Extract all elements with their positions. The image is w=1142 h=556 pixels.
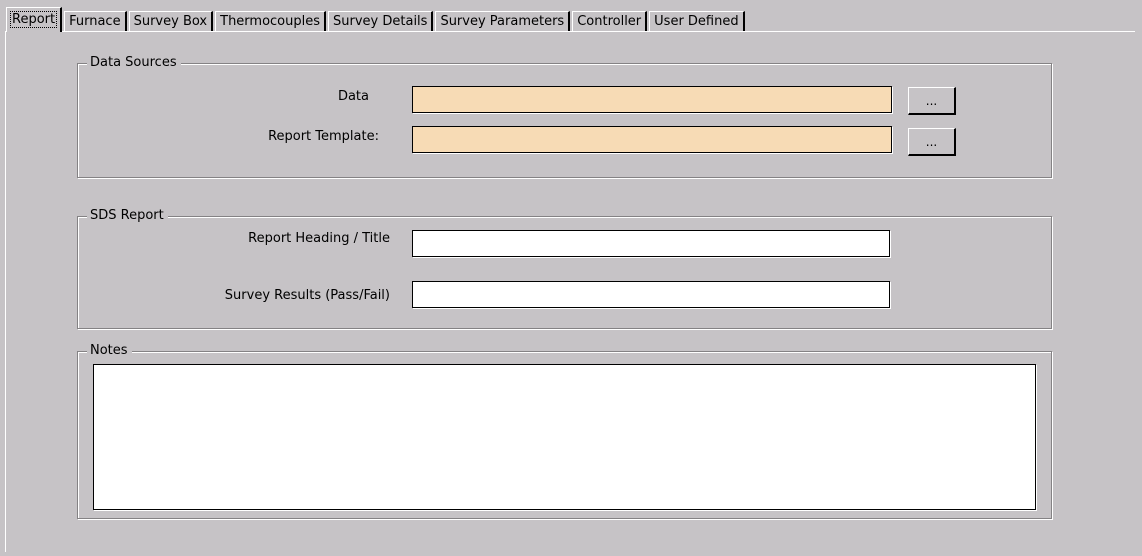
tab-survey-details-label: Survey Details (333, 14, 428, 29)
report-tab-panel: Data Sources Data ... Report Template: .… (5, 31, 1135, 552)
tab-survey-box-label: Survey Box (133, 14, 208, 29)
tab-report-label: Report (9, 11, 58, 28)
tab-user-defined[interactable]: User Defined (649, 11, 745, 32)
survey-results-label: Survey Results (Pass/Fail) (224, 288, 390, 303)
tab-survey-box[interactable]: Survey Box (128, 11, 214, 32)
data-browse-button[interactable]: ... (908, 87, 956, 115)
tab-user-defined-label: User Defined (654, 14, 739, 29)
tab-report[interactable]: Report (6, 7, 63, 32)
notes-group: Notes (77, 343, 1052, 519)
tab-survey-parameters-label: Survey Parameters (440, 14, 565, 29)
tab-furnace[interactable]: Furnace (64, 11, 127, 32)
tab-strip: Report Furnace Survey Box Thermocouples … (6, 7, 747, 32)
sds-report-group: SDS Report Report Heading / Title Survey… (77, 208, 1052, 329)
data-label: Data (337, 89, 369, 104)
report-heading-input[interactable] (412, 230, 890, 257)
data-file-input[interactable] (412, 86, 892, 113)
report-template-label: Report Template: (268, 129, 379, 144)
report-template-browse-button[interactable]: ... (908, 128, 956, 156)
tab-survey-parameters[interactable]: Survey Parameters (435, 11, 571, 32)
tab-controller-label: Controller (577, 14, 642, 29)
tab-thermocouples[interactable]: Thermocouples (215, 11, 327, 32)
report-template-input[interactable] (412, 126, 892, 153)
data-sources-group-title: Data Sources (87, 55, 181, 70)
report-heading-label: Report Heading / Title (248, 231, 390, 246)
tab-thermocouples-label: Thermocouples (220, 14, 321, 29)
data-sources-group: Data Sources Data ... Report Template: .… (77, 55, 1052, 178)
survey-results-input[interactable] (412, 281, 890, 308)
tab-survey-details[interactable]: Survey Details (328, 11, 434, 32)
notes-group-title: Notes (87, 343, 132, 358)
notes-textarea[interactable] (93, 364, 1036, 510)
tab-furnace-label: Furnace (69, 14, 121, 29)
sds-report-group-title: SDS Report (87, 208, 168, 223)
tab-controller[interactable]: Controller (572, 11, 648, 32)
